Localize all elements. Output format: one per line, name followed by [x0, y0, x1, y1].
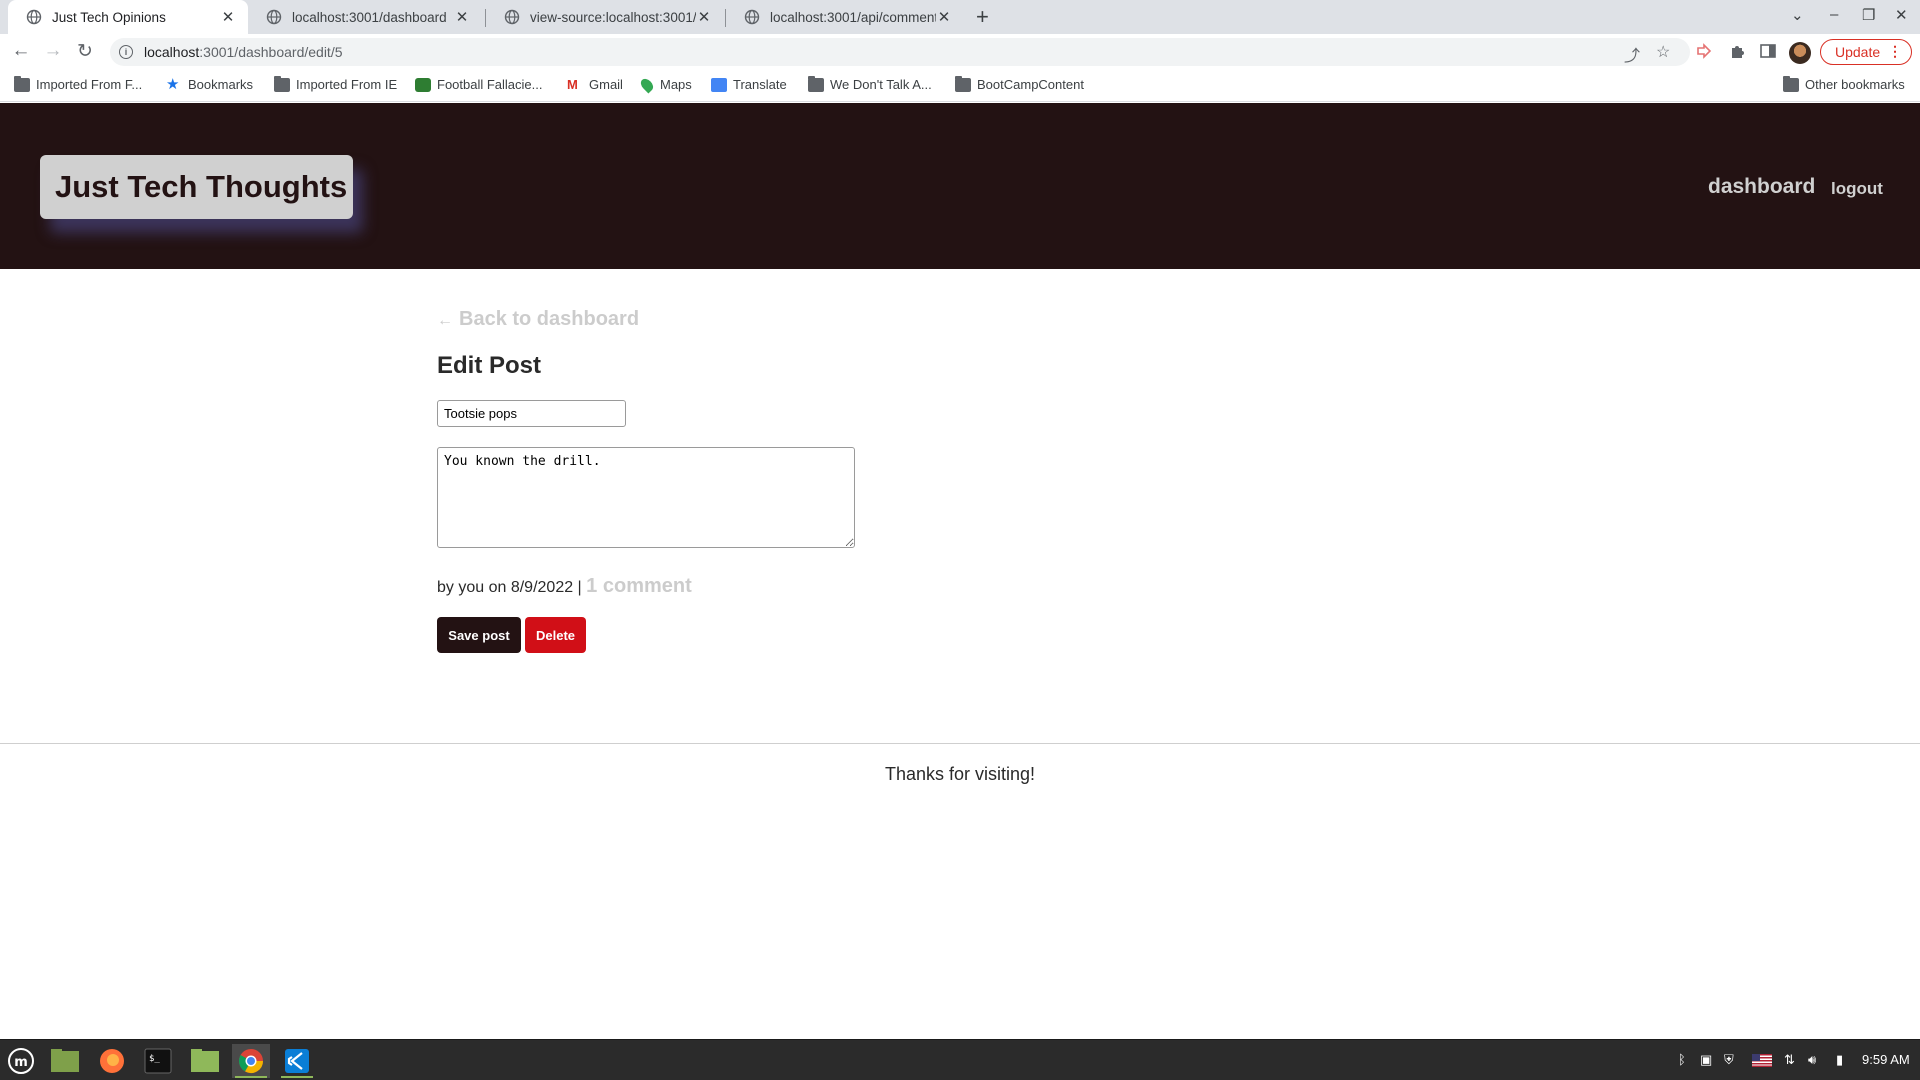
bookmark-bookmarks[interactable]: ★ Bookmarks [166, 75, 253, 93]
tab-title: localhost:3001/api/comments [770, 9, 936, 25]
bookmark-other-bookmarks[interactable]: Other bookmarks [1783, 75, 1905, 92]
folder-icon[interactable] [186, 1044, 224, 1078]
site-logo[interactable]: Just Tech Thoughts [40, 155, 353, 219]
folder-icon [1783, 75, 1799, 92]
extensions-puzzle-icon[interactable] [1728, 42, 1746, 60]
reload-icon[interactable]: ↻ [73, 40, 97, 63]
bookmark-translate[interactable]: Translate [711, 77, 787, 92]
update-label: Update [1835, 44, 1881, 60]
globe-icon [744, 9, 760, 25]
site-icon [415, 77, 431, 92]
files-icon[interactable] [46, 1044, 84, 1078]
battery-icon[interactable]: ▮ [1836, 1052, 1843, 1068]
url-text: localhost:3001/dashboard/edit/5 [144, 44, 343, 60]
clipboard-icon[interactable]: ▣ [1700, 1052, 1712, 1068]
globe-icon [266, 9, 282, 25]
tab-search-icon[interactable]: ⌄ [1791, 6, 1804, 24]
bookmark-gmail[interactable]: M Gmail [567, 77, 623, 92]
taskbar-clock[interactable]: 9:59 AM [1862, 1052, 1910, 1067]
tab-title: Just Tech Opinions [52, 9, 166, 25]
close-window-icon[interactable]: ✕ [1895, 6, 1908, 24]
browser-toolbar: ← → ↻ i localhost:3001/dashboard/edit/5 … [0, 34, 1920, 70]
back-icon[interactable]: ← [9, 40, 33, 62]
back-link-label: Back to dashboard [459, 308, 640, 330]
maps-icon [638, 76, 656, 93]
firefox-icon[interactable] [93, 1044, 131, 1078]
footer-divider [0, 743, 1920, 744]
globe-icon [504, 9, 520, 25]
tab-title: view-source:localhost:3001/p [530, 9, 696, 25]
bookmark-imported-from-ie[interactable]: Imported From IE [274, 75, 397, 92]
bluetooth-icon[interactable]: ᛒ [1678, 1052, 1686, 1067]
terminal-icon[interactable]: $_ [139, 1044, 177, 1078]
back-to-dashboard-link[interactable]: ← Back to dashboard [437, 308, 639, 331]
tab-just-tech-opinions[interactable]: Just Tech Opinions ✕ [8, 0, 248, 34]
os-taskbar: m $_ ᛒ ▣ ⛨ ⇅ 🔊︎ ▮ 9:59 AM [0, 1039, 1920, 1080]
chrome-icon[interactable] [232, 1044, 270, 1078]
bookmark-maps[interactable]: Maps [638, 76, 692, 93]
tab-view-source[interactable]: view-source:localhost:3001/p ✕ [486, 0, 724, 34]
folder-icon [274, 75, 290, 92]
tab-title: localhost:3001/dashboard [292, 9, 447, 25]
profile-avatar[interactable] [1789, 42, 1811, 64]
comment-count-link[interactable]: 1 comment [586, 575, 692, 597]
bookmark-star-icon[interactable]: ☆ [1656, 42, 1670, 62]
folder-icon [14, 75, 30, 92]
site-header: Just Tech Thoughts dashboard logout [0, 103, 1920, 269]
folder-icon [808, 75, 824, 92]
tab-api-comments[interactable]: localhost:3001/api/comments ✕ [726, 0, 964, 34]
close-tab-icon[interactable]: ✕ [936, 8, 952, 26]
tab-dashboard[interactable]: localhost:3001/dashboard ✕ [248, 0, 482, 34]
page-title: Edit Post [437, 352, 542, 379]
browser-tab-bar: Just Tech Opinions ✕ localhost:3001/dash… [0, 0, 1920, 34]
gmail-icon: M [567, 76, 578, 92]
restore-icon[interactable]: ❐ [1862, 6, 1875, 24]
close-tab-icon[interactable]: ✕ [454, 8, 470, 26]
svg-text:m: m [14, 1055, 28, 1070]
site-info-icon[interactable]: i [119, 45, 133, 59]
save-post-button[interactable]: Save post [437, 617, 521, 653]
mint-menu-icon[interactable]: m [2, 1044, 40, 1078]
minimize-icon[interactable]: – [1830, 6, 1838, 23]
bookmark-imported-from-f[interactable]: Imported From F... [14, 75, 142, 92]
new-tab-icon[interactable]: + [976, 4, 989, 30]
bookmarks-bar: Imported From F... ★ Bookmarks Imported F… [0, 70, 1920, 102]
more-menu-icon: ⋮ [1888, 43, 1902, 59]
site-title: Just Tech Thoughts [55, 169, 348, 204]
close-tab-icon[interactable]: ✕ [220, 8, 236, 26]
left-arrow-icon: ← [437, 312, 453, 329]
bookmark-football-fallacies[interactable]: Football Fallacie... [415, 77, 543, 92]
shield-icon[interactable]: ⛨ [1724, 1052, 1734, 1068]
update-button[interactable]: Update ⋮ [1820, 39, 1912, 65]
bookmark-we-dont-talk[interactable]: We Don't Talk A... [808, 75, 932, 92]
svg-text:$_: $_ [149, 1054, 160, 1064]
post-title-input[interactable] [437, 400, 626, 427]
post-meta: by you on 8/9/2022 | 1 comment [437, 575, 692, 598]
folder-icon [955, 75, 971, 92]
share-icon[interactable]: ⤴ [1624, 42, 1640, 66]
us-flag-icon[interactable] [1752, 1054, 1772, 1067]
vscode-icon[interactable] [278, 1044, 316, 1078]
translate-icon [711, 77, 727, 92]
post-body-textarea[interactable]: You known the drill. [437, 447, 855, 548]
bookmark-bootcampcontent[interactable]: BootCampContent [955, 75, 1084, 92]
close-tab-icon[interactable]: ✕ [696, 8, 712, 26]
nav-dashboard-link[interactable]: dashboard [1708, 175, 1815, 199]
nav-logout-link[interactable]: logout [1831, 179, 1883, 199]
network-icon[interactable]: ⇅ [1784, 1052, 1795, 1068]
footer-text: Thanks for visiting! [884, 764, 1036, 784]
star-icon: ★ [166, 75, 180, 93]
forward-icon[interactable]: → [41, 40, 65, 62]
address-bar[interactable]: i localhost:3001/dashboard/edit/5 [110, 38, 1690, 66]
extension-arrow-icon[interactable] [1695, 42, 1713, 60]
volume-icon[interactable]: 🔊︎ [1808, 1052, 1816, 1068]
post-meta-text: by you on 8/9/2022 | [437, 579, 582, 596]
globe-icon [26, 9, 42, 25]
side-panel-icon[interactable] [1759, 42, 1777, 60]
delete-post-button[interactable]: Delete [525, 617, 586, 653]
